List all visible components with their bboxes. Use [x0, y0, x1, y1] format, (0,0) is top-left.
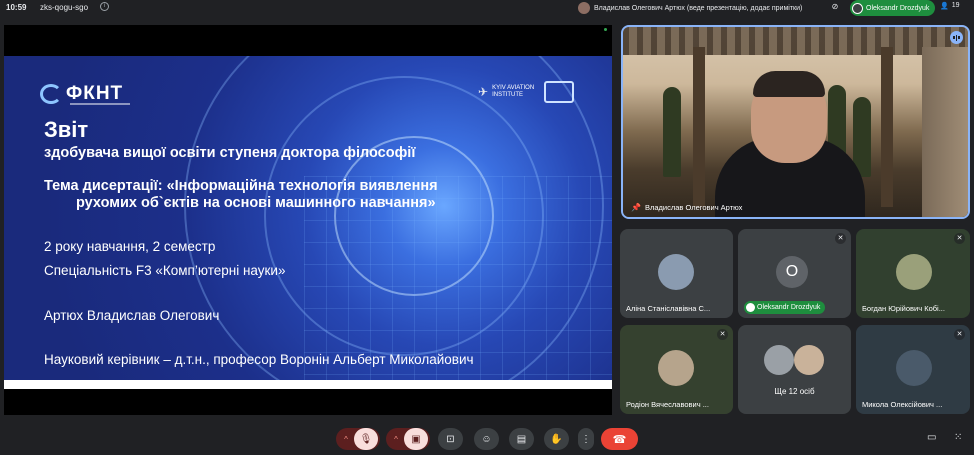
presenter-notice-text: Владислав Олегович Артюх (веде презентац… — [594, 4, 803, 12]
raise-hand-icon: ✋ — [550, 433, 563, 445]
plane-icon: ✈ — [478, 85, 489, 99]
slide-title: Звіт — [44, 117, 89, 142]
slide-supervisor: Науковий керівник – д.т.н., професор Вор… — [44, 352, 474, 367]
slide-author: Артюх Владислав Олегович — [44, 308, 220, 323]
presenter-avatar — [578, 2, 590, 14]
participant-tile[interactable]: ✕ O Oleksandr Drozdyuk — [738, 229, 851, 318]
chevron-up-icon[interactable]: ^ — [388, 428, 404, 450]
participant-tile[interactable]: ✕ Микола Олексійович ... — [856, 325, 970, 414]
participant-name: Oleksandr Drozdyuk — [757, 304, 821, 311]
presenting-indicator — [604, 28, 607, 31]
participant-avatar — [896, 350, 932, 386]
active-speaker-chip[interactable]: Oleksandr Drozdyuk — [850, 0, 936, 16]
emoji-button[interactable]: ☺ — [474, 428, 499, 450]
end-call-button[interactable]: ☎ — [601, 428, 638, 450]
video-tree — [663, 87, 681, 177]
participant-name: Микола Олексійович ... — [862, 400, 943, 409]
video-wall — [922, 47, 968, 217]
speaker-avatar — [852, 2, 863, 14]
participant-avatar — [794, 345, 824, 375]
slide-specialty: Спеціальність F3 «Комп’ютерні науки» — [44, 263, 286, 278]
kai-logo: ✈ KYIV AVIATION INSTITUTE — [478, 81, 575, 103]
more-participants-tile[interactable]: Ще 12 осіб — [738, 325, 851, 414]
slide-footer — [4, 380, 612, 389]
participant-tile[interactable]: Аліна Станіславівна С... — [620, 229, 733, 318]
slide: ФКНТ ✈ KYIV AVIATION INSTITUTE Звіт здоб… — [4, 56, 612, 389]
faculty-emblem-icon — [544, 81, 575, 103]
audio-level-icon — [746, 303, 755, 312]
speaking-badge: Oleksandr Drozdyuk — [744, 301, 826, 314]
video-pillar — [693, 47, 705, 207]
raise-hand-button[interactable]: ✋ — [544, 428, 569, 450]
end-call-icon: ☎ — [612, 433, 627, 446]
kai-logo-text: KYIV AVIATION INSTITUTE — [492, 85, 535, 98]
participant-name: Родіон Вячеславович ... — [626, 400, 709, 409]
active-speaker-name: Oleksandr Drozdyuk — [866, 4, 930, 12]
more-vert-icon: ⋮ — [581, 433, 591, 445]
mic-off-icon: ✕ — [835, 233, 846, 244]
participant-name: Аліна Станіславівна С... — [626, 304, 711, 313]
participant-name: Богдан Юрійович Кобі... — [862, 304, 945, 313]
fknt-logo-icon — [40, 84, 62, 104]
main-speaker-tile[interactable]: 📌 Владислав Олегович Артюх — [621, 25, 970, 219]
present-icon: ⊡ — [446, 433, 455, 445]
presenter-notice[interactable]: Владислав Олегович Артюх (веде презентац… — [578, 1, 802, 15]
video-person-hair — [753, 71, 825, 97]
captions-button[interactable]: ▤ — [509, 428, 534, 450]
mic-off-icon: ✕ — [954, 329, 965, 340]
slide-subtitle: здобувача вищої освіти ступеня доктора ф… — [44, 145, 416, 161]
participant-avatar — [896, 254, 932, 290]
video-pillar — [881, 47, 893, 207]
activities-icon[interactable]: ⁙ — [954, 432, 962, 443]
camera-off-icon[interactable]: ▣ — [404, 428, 428, 450]
participant-avatar — [764, 345, 794, 375]
people-icon: 👤 — [940, 3, 949, 10]
mic-off-icon: ✕ — [954, 233, 965, 244]
slide-topic-line1: Тема дисертації: «Інформаційна технологі… — [44, 178, 438, 194]
info-icon[interactable]: i — [100, 2, 109, 11]
participant-avatar: O — [776, 256, 808, 288]
presentation-area: ФКНТ ✈ KYIV AVIATION INSTITUTE Звіт здоб… — [4, 25, 612, 415]
clock: 10:59 — [6, 3, 27, 12]
main-speaker-name: Владислав Олегович Артюх — [645, 203, 743, 212]
emoji-icon: ☺ — [481, 433, 492, 445]
chevron-up-icon[interactable]: ^ — [338, 428, 354, 450]
meeting-code: zks-qogu-sgo — [40, 3, 89, 12]
fknt-logo: ФКНТ — [40, 83, 123, 105]
pin-icon[interactable]: 📌 — [631, 203, 641, 212]
participant-tile[interactable]: ✕ Родіон Вячеславович ... — [620, 325, 733, 414]
more-participants-label: Ще 12 осіб — [774, 387, 815, 396]
participant-count-value: 19 — [951, 2, 960, 9]
mic-off-icon[interactable]: 🎙 — [354, 428, 378, 450]
slide-topic-line2: рухомих об`єктів на основі машинного нав… — [76, 195, 436, 211]
video-pergola — [623, 27, 968, 55]
slide-year: 2 року навчання, 2 семестр — [44, 239, 216, 254]
top-bar: 10:59 zks-qogu-sgo i Владислав Олегович … — [0, 0, 974, 16]
participant-avatar — [658, 350, 694, 386]
logo-underline — [70, 103, 130, 105]
participant-count[interactable]: 👤 19 — [940, 2, 960, 10]
fknt-logo-text: ФКНТ — [66, 83, 124, 104]
participant-tile[interactable]: ✕ Богдан Юрійович Кобі... — [856, 229, 970, 318]
camera-off-icon[interactable]: ⊘ — [828, 2, 842, 14]
meet-window: 10:59 zks-qogu-sgo i Владислав Олегович … — [0, 0, 974, 455]
more-options-button[interactable]: ⋮ — [578, 428, 594, 450]
participant-avatar — [658, 254, 694, 290]
chat-icon[interactable]: ▭ — [927, 432, 936, 443]
mic-control[interactable]: ^ 🎙 — [336, 428, 380, 450]
mic-off-icon: ✕ — [717, 329, 728, 340]
present-button[interactable]: ⊡ — [438, 428, 463, 450]
audio-level-icon — [950, 31, 963, 44]
camera-control[interactable]: ^ ▣ — [386, 428, 430, 450]
captions-icon: ▤ — [516, 433, 527, 445]
